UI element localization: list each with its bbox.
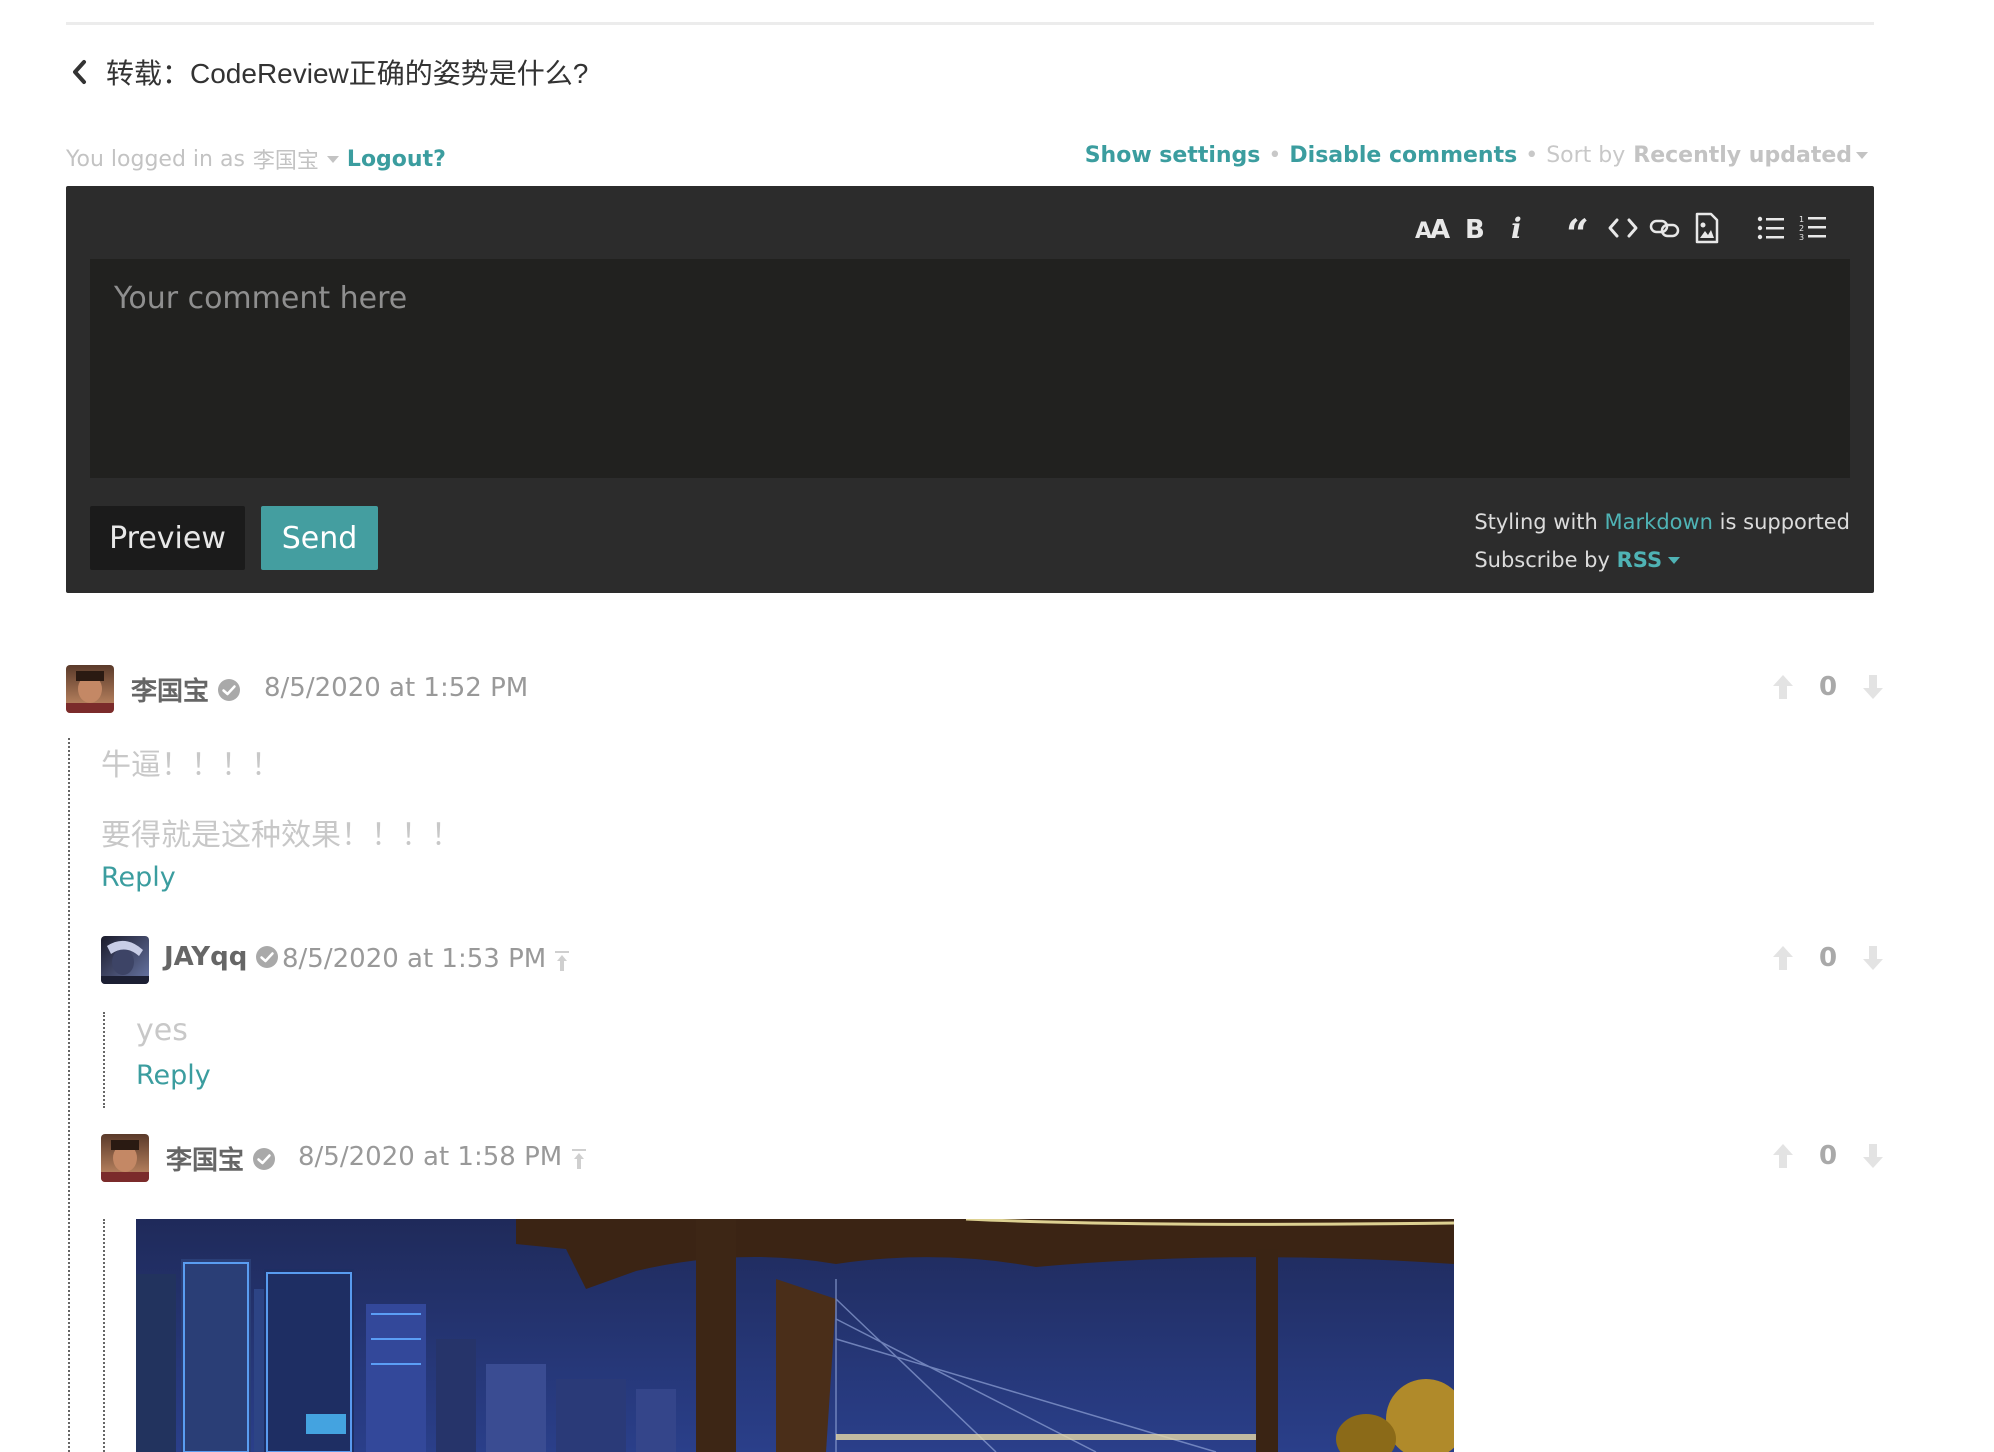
vote-count: 0 xyxy=(1818,672,1838,702)
subscribe-note: Subscribe by RSS xyxy=(1474,541,1850,579)
quote-icon[interactable]: “ xyxy=(1560,208,1602,248)
svg-text:A: A xyxy=(1430,215,1450,242)
avatar[interactable] xyxy=(101,936,149,984)
bold-icon[interactable]: B xyxy=(1454,208,1496,248)
svg-text:3: 3 xyxy=(1799,233,1804,242)
show-settings-link[interactable]: Show settings xyxy=(1085,143,1261,168)
comment-text: 牛逼！！！！ xyxy=(101,748,281,783)
downvote-icon[interactable] xyxy=(1862,945,1884,971)
verified-icon xyxy=(253,1147,276,1170)
svg-text:i: i xyxy=(1511,214,1522,242)
auth-status: You logged in as 李国宝 Logout? xyxy=(66,143,446,175)
subscribe-prefix: Subscribe by xyxy=(1474,548,1610,572)
vote-controls: 0 xyxy=(1772,1141,1884,1171)
comment-image[interactable] xyxy=(136,1219,1454,1452)
upvote-icon[interactable] xyxy=(1772,1143,1794,1169)
user-menu[interactable]: 李国宝 xyxy=(253,143,339,175)
caret-down-icon xyxy=(1668,556,1681,564)
thread-line xyxy=(103,1012,105,1108)
comment-time[interactable]: 8/5/2020 at 1:58 PM xyxy=(298,1142,562,1172)
vote-controls: 0 xyxy=(1772,672,1884,702)
comment-author[interactable]: 李国宝 xyxy=(131,671,241,708)
vote-count: 0 xyxy=(1818,1141,1838,1171)
logout-link[interactable]: Logout? xyxy=(347,147,446,172)
sort-by-label: Sort by xyxy=(1546,143,1626,168)
svg-text:2: 2 xyxy=(1799,224,1804,233)
author-name: JAYqq xyxy=(164,942,248,972)
thread-line xyxy=(103,1219,105,1452)
separator-dot: • xyxy=(1268,143,1282,168)
svg-text:1: 1 xyxy=(1799,215,1804,224)
parent-comment-icon[interactable] xyxy=(553,950,571,972)
disable-comments-link[interactable]: Disable comments xyxy=(1289,143,1517,168)
caret-down-icon xyxy=(326,155,339,163)
avatar[interactable] xyxy=(101,1134,149,1182)
vote-controls: 0 xyxy=(1772,943,1884,973)
rss-dropdown[interactable]: RSS xyxy=(1616,541,1681,579)
italic-icon[interactable]: i xyxy=(1496,208,1538,248)
username: 李国宝 xyxy=(252,149,319,174)
author-name: 李国宝 xyxy=(131,677,210,707)
editor-toolbar: AA B i “ 123 xyxy=(1412,208,1834,248)
comment-input[interactable]: Your comment here xyxy=(90,259,1850,478)
bullet-list-icon[interactable] xyxy=(1750,208,1792,248)
preview-button[interactable]: Preview xyxy=(90,506,245,570)
svg-text:“: “ xyxy=(1566,214,1589,242)
separator-dot: • xyxy=(1525,143,1539,168)
avatar[interactable] xyxy=(66,665,114,713)
back-link[interactable]: 转载：CodeReview正确的姿势是什么? xyxy=(66,52,588,92)
page-title: 转载：CodeReview正确的姿势是什么? xyxy=(106,58,589,89)
verified-icon xyxy=(218,678,241,701)
sort-value: Recently updated xyxy=(1633,143,1852,168)
svg-text:B: B xyxy=(1465,215,1485,242)
reply-link[interactable]: Reply xyxy=(101,862,176,893)
comment-controls: Show settings • Disable comments • Sort … xyxy=(1085,143,1868,168)
comment-time[interactable]: 8/5/2020 at 1:53 PM xyxy=(282,944,546,974)
styling-prefix: Styling with xyxy=(1474,510,1598,534)
link-icon[interactable] xyxy=(1644,208,1686,248)
comment-author[interactable]: JAYqq xyxy=(164,942,279,972)
author-name: 李国宝 xyxy=(166,1146,245,1176)
send-button[interactable]: Send xyxy=(261,506,378,570)
comment-author[interactable]: 李国宝 xyxy=(166,1140,276,1177)
styling-suffix: is supported xyxy=(1719,510,1850,534)
logged-in-label: You logged in as xyxy=(66,146,245,172)
code-icon[interactable] xyxy=(1602,208,1644,248)
reply-link[interactable]: Reply xyxy=(136,1060,211,1091)
markdown-note: Styling with Markdown is supported xyxy=(1474,503,1850,541)
comment-editor: AA B i “ 123 Your comment here Preview S… xyxy=(66,186,1874,593)
comment-text: yes xyxy=(136,1013,188,1048)
downvote-icon[interactable] xyxy=(1862,1143,1884,1169)
upvote-icon[interactable] xyxy=(1772,674,1794,700)
markdown-link[interactable]: Markdown xyxy=(1605,510,1713,534)
rss-link: RSS xyxy=(1616,548,1663,572)
image-icon[interactable] xyxy=(1686,208,1728,248)
verified-icon xyxy=(256,946,279,968)
thread-line xyxy=(68,738,70,1452)
text-size-icon[interactable]: AA xyxy=(1412,208,1454,248)
comment-time[interactable]: 8/5/2020 at 1:52 PM xyxy=(264,673,528,703)
upvote-icon[interactable] xyxy=(1772,945,1794,971)
top-divider xyxy=(66,22,1874,25)
parent-comment-icon[interactable] xyxy=(570,1148,588,1170)
caret-down-icon xyxy=(1856,152,1868,159)
comment-placeholder: Your comment here xyxy=(114,281,408,316)
chevron-left-icon xyxy=(66,55,92,89)
editor-info: Styling with Markdown is supported Subsc… xyxy=(1474,503,1850,579)
downvote-icon[interactable] xyxy=(1862,674,1884,700)
comment-text: 要得就是这种效果！！！！ xyxy=(101,818,461,853)
vote-count: 0 xyxy=(1818,943,1838,973)
sort-dropdown[interactable]: Recently updated xyxy=(1633,143,1868,168)
numbered-list-icon[interactable]: 123 xyxy=(1792,208,1834,248)
